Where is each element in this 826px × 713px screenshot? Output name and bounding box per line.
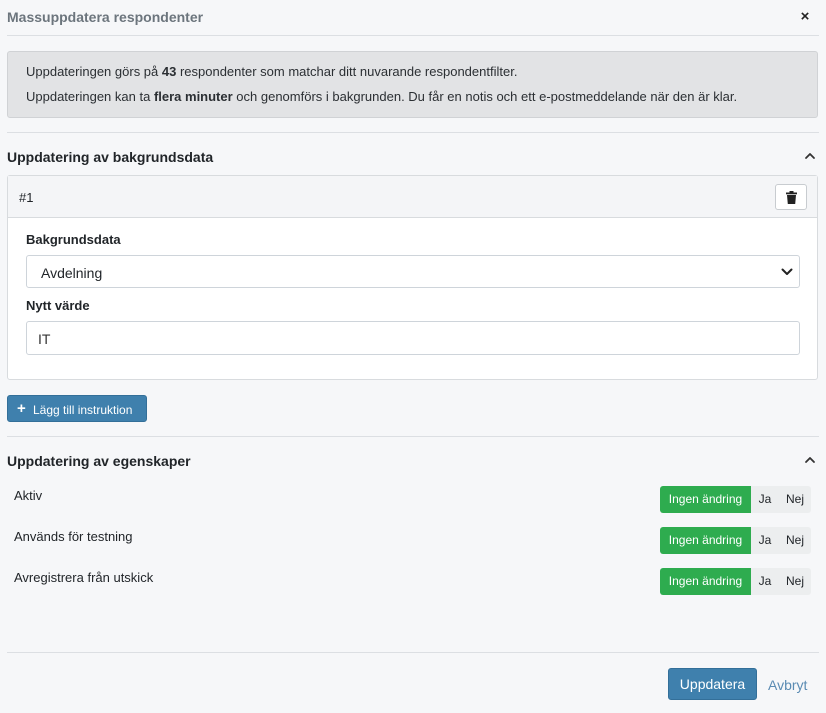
info-line-count: Uppdateringen görs på 43 respondenter so…: [26, 64, 518, 79]
instruction-number: #1: [19, 190, 34, 205]
option-no-change[interactable]: Ingen ändring: [660, 568, 751, 595]
footer-divider: [7, 652, 819, 653]
cancel-link[interactable]: Avbryt: [768, 677, 807, 693]
close-icon[interactable]: ×: [797, 8, 813, 26]
property-toggle-active: Ingen ändring Ja Nej: [660, 486, 811, 513]
instruction-card-header: #1: [8, 176, 817, 218]
info-line-duration: Uppdateringen kan ta flera minuter och g…: [26, 89, 738, 104]
background-data-label: Bakgrundsdata: [26, 232, 121, 247]
option-no-change[interactable]: Ingen ändring: [660, 486, 751, 513]
duration-emphasis: flera minuter: [153, 89, 233, 104]
add-instruction-label: Lägg till instruktion: [33, 403, 133, 417]
option-no[interactable]: Nej: [779, 527, 811, 554]
dialog-title: Massuppdatera respondenter: [7, 9, 204, 25]
chevron-up-icon[interactable]: [804, 454, 816, 466]
property-label-unsubscribe: Avregistrera från utskick: [14, 570, 154, 585]
option-yes[interactable]: Ja: [751, 486, 779, 513]
chevron-up-icon[interactable]: [804, 150, 816, 162]
instruction-card: #1 Bakgrundsdata Avdelning Nytt värde IT: [7, 175, 818, 380]
respondent-count: 43: [161, 64, 177, 79]
option-no[interactable]: Nej: [779, 568, 811, 595]
option-no-change[interactable]: Ingen ändring: [660, 527, 751, 554]
dialog-header: Massuppdatera respondenter ×: [7, 0, 819, 36]
add-instruction-button[interactable]: + Lägg till instruktion: [7, 395, 147, 422]
property-toggle-testing: Ingen ändring Ja Nej: [660, 527, 811, 554]
update-button[interactable]: Uppdatera: [668, 668, 757, 700]
option-yes[interactable]: Ja: [751, 568, 779, 595]
mass-update-dialog: Massuppdatera respondenter × Uppdatering…: [0, 0, 826, 713]
property-label-testing: Används för testning: [14, 529, 133, 544]
trash-icon: [786, 191, 797, 204]
background-data-selected-value: Avdelning: [41, 265, 103, 281]
delete-instruction-button[interactable]: [775, 184, 807, 210]
property-toggle-unsubscribe: Ingen ändring Ja Nej: [660, 568, 811, 595]
info-alert: Uppdateringen görs på 43 respondenter so…: [7, 51, 818, 118]
section-divider: [7, 132, 819, 133]
properties-section-title: Uppdatering av egenskaper: [7, 453, 191, 469]
property-label-active: Aktiv: [14, 488, 43, 503]
new-value-label: Nytt värde: [26, 298, 90, 313]
background-data-select[interactable]: Avdelning: [26, 255, 800, 288]
chevron-down-icon: [781, 268, 793, 275]
option-yes[interactable]: Ja: [751, 527, 779, 554]
option-no[interactable]: Nej: [779, 486, 811, 513]
plus-icon: +: [17, 400, 26, 417]
new-value-input[interactable]: IT: [26, 321, 800, 355]
background-section-title: Uppdatering av bakgrundsdata: [7, 149, 214, 165]
section-divider: [7, 436, 819, 437]
